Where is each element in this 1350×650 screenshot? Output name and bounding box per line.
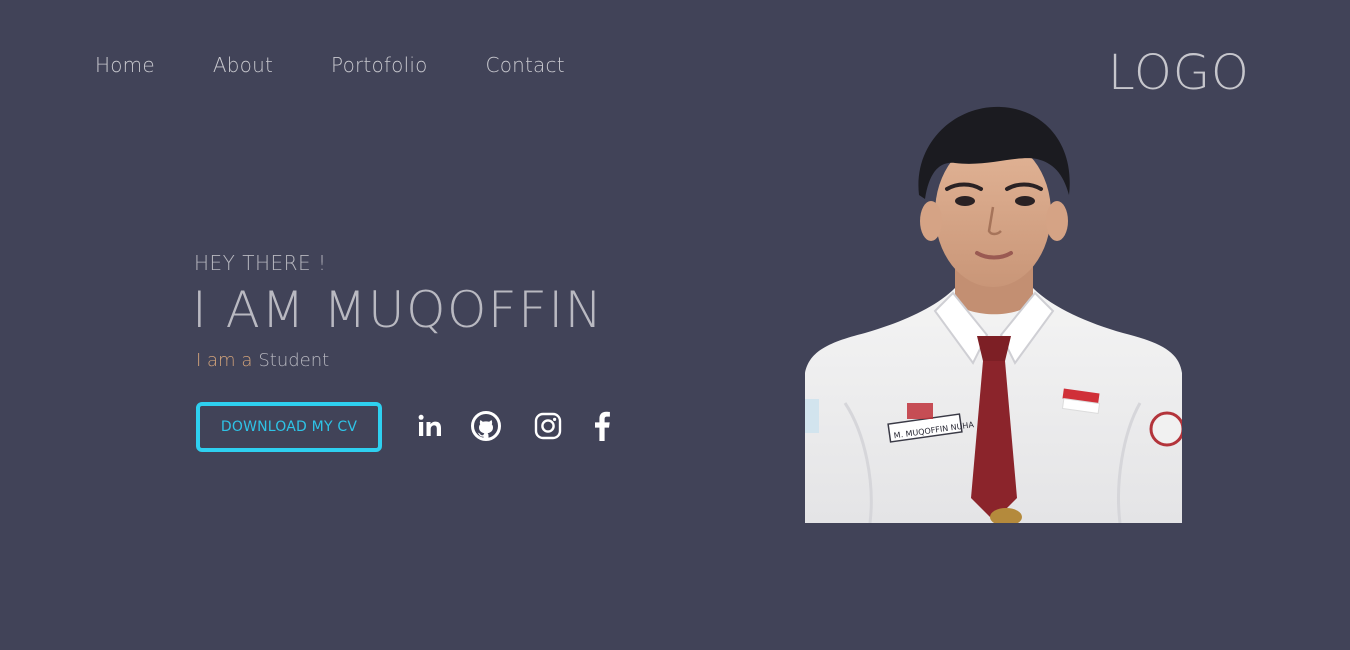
nav-item-contact[interactable]: Contact [486,52,565,78]
profile-photo: M. MUQOFFIN NUHA [805,106,1182,523]
hero-role-text: Student [258,350,330,371]
hero-role: I am a Student [196,348,329,374]
hero-greeting: HEY THERE ! [194,251,327,275]
instagram-icon[interactable] [532,410,564,442]
hero-role-prefix: I am a [196,350,253,371]
logo[interactable]: LOGO [1108,44,1250,102]
social-links [414,410,618,442]
hero-name: I AM MUQOFFIN [192,281,604,339]
github-icon[interactable] [470,410,502,442]
nav-item-home[interactable]: Home [95,52,155,78]
nav-item-about[interactable]: About [213,52,273,78]
nav-item-portofolio[interactable]: Portofolio [331,52,428,78]
linkedin-icon[interactable] [414,410,446,442]
facebook-icon[interactable] [586,410,618,442]
page: Home About Portofolio Contact LOGO HEY T… [0,0,1350,650]
main-nav: Home About Portofolio Contact [95,52,565,78]
download-cv-button[interactable]: DOWNLOAD MY CV [196,402,382,452]
